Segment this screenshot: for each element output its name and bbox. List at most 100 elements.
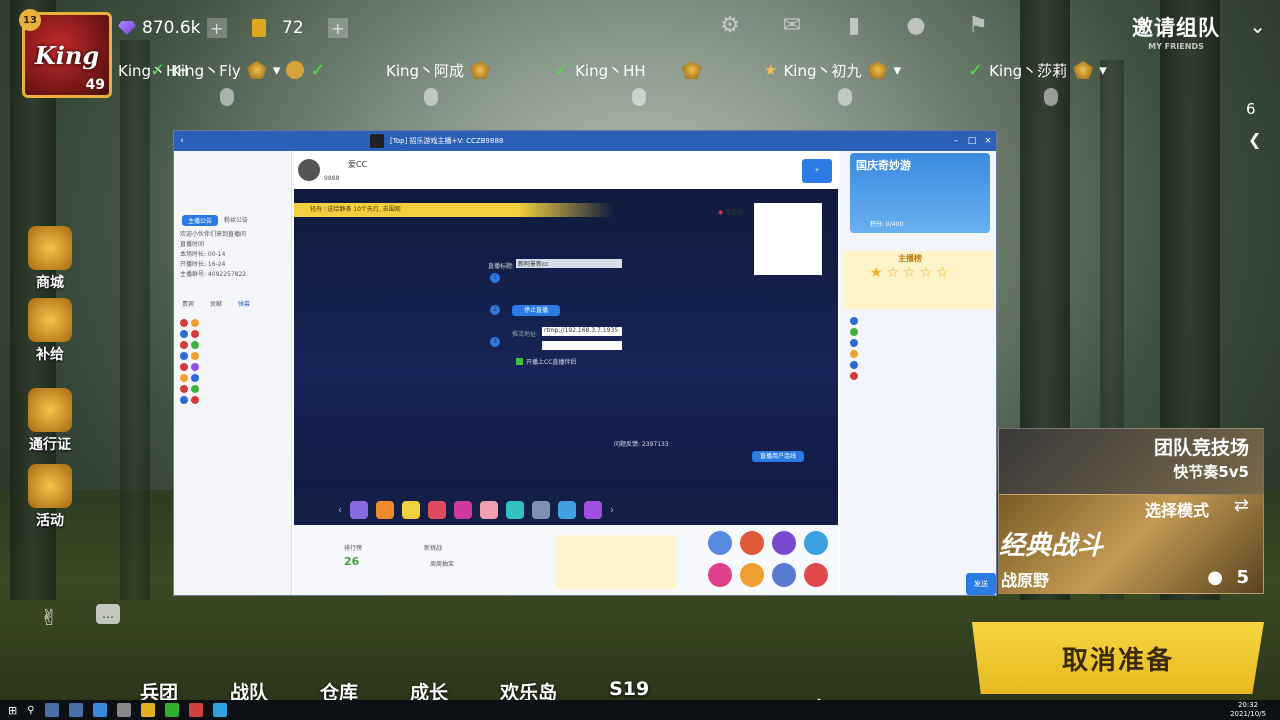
gift-icon[interactable] [506,501,524,519]
feature-icon[interactable] [772,563,796,587]
checkbox-icon [516,358,523,365]
gear-icon[interactable]: ⚙ [716,14,744,38]
mode-card-select-mode[interactable]: 选择模式 ⇄ 经典战斗 战原野 ● 5 [998,494,1264,594]
chevron-down-icon[interactable]: ▾ [1099,61,1107,79]
list-item [174,317,292,328]
taskbar-app-icon[interactable] [188,703,203,717]
mic-icon[interactable] [220,88,234,106]
taskbar-app-icon[interactable] [164,703,179,717]
tab-danmaku[interactable]: 弹幕 [238,299,250,308]
feature-icon[interactable] [772,531,796,555]
team-member-5[interactable]: ★ King丶初九 ▾ [764,58,901,82]
gesture-icon[interactable]: ✌ [40,606,58,631]
chevron-right-icon[interactable]: › [610,505,614,516]
taskbar-app-icon[interactable] [116,703,131,717]
maximize-icon[interactable]: □ [967,136,977,146]
side-menu-pass[interactable]: 通行证 [24,388,76,454]
event-points: 积分: 0/400 [870,221,904,228]
event-card[interactable]: 国庆奇妙游 积分: 0/400 [850,153,990,233]
chevron-down-icon[interactable]: ▾ [894,61,902,79]
tab-vip[interactable]: 贵宾 [182,299,194,308]
taskbar-app-icon[interactable] [44,703,59,717]
list-item [174,372,292,383]
gift-icon[interactable] [480,501,498,519]
invite-stream-button[interactable]: + [802,159,832,183]
gift-icon[interactable] [558,501,576,519]
chat-icon[interactable]: … [96,604,120,624]
rtmp-input[interactable]: rtmp://192.168.3.7:1935 [542,327,622,336]
stream-key-input[interactable] [542,341,622,350]
feature-icon[interactable] [740,563,764,587]
stat-label: 周周抽奖 [430,561,455,568]
back-icon[interactable]: ‹ [177,136,187,146]
room-id: 9888 [324,175,340,182]
friend-icon[interactable]: ● [902,14,930,38]
switch-icon: ⇄ [1233,495,1249,516]
side-menu-shop[interactable]: 商城 [24,226,76,292]
stop-stream-button[interactable]: 停止直播 [512,305,560,316]
chevron-down-icon[interactable]: ⌄ [1249,14,1266,38]
feature-icon[interactable] [708,531,732,555]
rank-badge: 13 [19,9,41,31]
flag-icon[interactable]: ⚑ [964,14,992,38]
chevron-left-icon[interactable]: ‹ [338,505,342,516]
add-coin-button[interactable]: + [327,18,348,38]
feature-icon[interactable] [740,531,764,555]
tab-contribution[interactable]: 贡献 [210,299,222,308]
chevron-down-icon[interactable]: ▾ [273,61,281,79]
speaker-icon[interactable] [838,88,852,106]
ready-check-icon: ✓ [554,59,570,81]
gift-icon[interactable] [532,501,550,519]
feature-icon[interactable] [804,563,828,587]
gift-icon[interactable] [454,501,472,519]
leaderboard-icon[interactable]: ▮ [840,14,868,38]
feature-icon[interactable] [804,531,828,555]
gift-icon[interactable] [584,501,602,519]
team-member-3[interactable]: King丶阿成 [386,58,491,82]
send-button[interactable]: 发送 [966,573,996,595]
windows-start-icon[interactable]: ⊞ [8,704,17,717]
taskbar-app-icon[interactable] [92,703,107,717]
notice-title: 欢迎小伙伴们来到直播间 [180,231,247,238]
minimize-icon[interactable]: – [951,136,961,146]
side-menu-label: 补给 [36,347,64,363]
invite-team-button[interactable]: 邀请组队 MY FRIENDS [1132,12,1220,51]
host-avatar[interactable] [298,159,320,181]
taskbar-app-icon[interactable] [212,703,227,717]
gift-icon[interactable] [428,501,446,519]
add-diamond-button[interactable]: + [206,18,227,38]
mode-card-team-arena[interactable]: 团队竞技场 快节奏5v5 [998,428,1264,496]
speaker-icon[interactable] [1044,88,1058,106]
taskbar-app-icon[interactable] [68,703,83,717]
team-member-6[interactable]: ✓ King丶莎莉 ▾ [968,58,1107,82]
player-avatar[interactable]: 13 King 49 [19,9,112,98]
list-item [844,348,994,359]
connect-users-button[interactable]: 直播用户连线 [752,451,804,462]
mail-icon[interactable]: ✉ [778,14,806,38]
stream-title-input[interactable]: 新阿景新cc [516,259,622,268]
feature-icon[interactable] [708,563,732,587]
team-member-4[interactable]: ✓ King丶HH [554,58,702,82]
gift-icon[interactable] [350,501,368,519]
side-menu-supply[interactable]: 补给 [24,298,76,364]
search-icon[interactable]: ⚲ [27,705,34,716]
side-menu-events[interactable]: 活动 [24,464,76,530]
gift-icon[interactable] [402,501,420,519]
window-titlebar: ‹ [Top] 招乐游戏主播+V: CCZB9888 – □ × [174,131,996,151]
ready-check-icon: ✓ [310,59,326,81]
team-member-2[interactable]: ✓ King丶Fly ▾ ✓ [150,58,325,82]
cc-companion-checkbox[interactable]: 开播上CC直播伴侣 [516,357,576,366]
cancel-ready-button[interactable]: 取消准备 [972,622,1264,694]
taskbar-app-icon[interactable] [140,703,155,717]
notice-line: 本场时长: 00-14 [180,251,226,258]
tab-fan-notice[interactable]: 粉丝公告 [224,215,248,226]
tab-host-notice[interactable]: 主播公告 [182,215,219,226]
mic-icon[interactable] [632,88,646,106]
step-2-badge: 2 [490,305,500,315]
mic-icon[interactable] [424,88,438,106]
gift-banner[interactable]: 轻舟♡送给静茶 10个天灯, 去围观 [294,203,614,217]
collapse-arrow-icon[interactable]: ❮ [1248,130,1261,149]
taskbar-clock[interactable]: 20:32 2021/10/5 [1230,701,1266,719]
gift-icon[interactable] [376,501,394,519]
close-icon[interactable]: × [983,136,993,146]
